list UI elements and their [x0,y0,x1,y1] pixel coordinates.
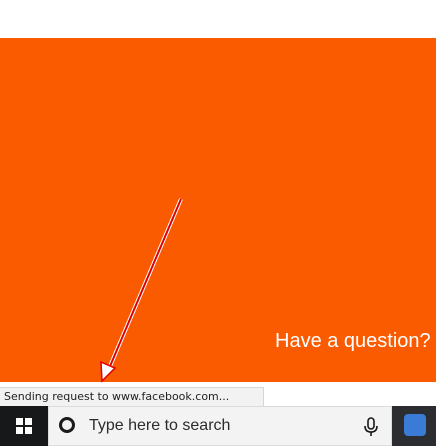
microphone-icon[interactable] [363,417,379,437]
have-a-question-link[interactable]: Have a question? [275,330,431,353]
windows-logo-icon [16,418,32,434]
cortana-icon [59,417,75,433]
browser-status-bar: Sending request to www.facebook.com... [0,387,264,406]
start-button[interactable] [0,406,48,446]
hero-banner: Have a question? [0,38,436,382]
system-tray [392,406,436,446]
taskbar-search-box[interactable]: Type here to search [48,406,392,446]
search-placeholder: Type here to search [89,417,231,434]
app-tray-icon[interactable] [404,414,426,436]
browser-top-area [0,0,436,38]
windows-taskbar: Type here to search [0,406,436,446]
